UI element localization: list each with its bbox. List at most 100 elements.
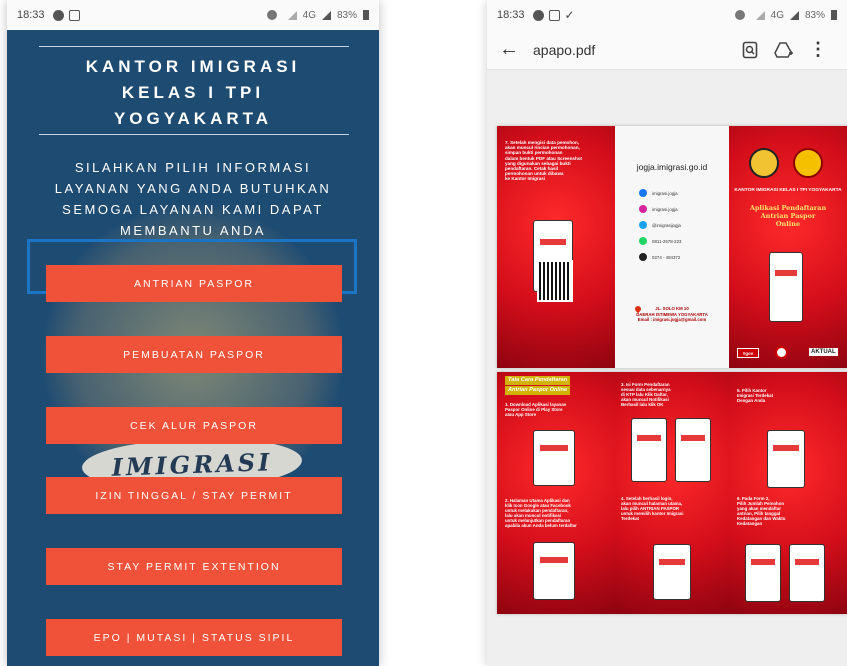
cover-title-line: Online: [775, 220, 801, 228]
search-document-icon[interactable]: [733, 41, 767, 59]
step-line: Dengan Anda: [737, 398, 766, 404]
address-line: Email : imigrasi.jogja@gmail.com: [637, 317, 707, 322]
cover-title-line: Antrian Paspor: [760, 212, 816, 220]
app-screenshot-phone: [769, 252, 803, 322]
signal-icon: [789, 10, 799, 20]
app-screenshot-phone: [789, 544, 825, 602]
social-text: 0811-2578-223: [652, 238, 682, 244]
social-facebook: imigrasi.jogja: [639, 188, 678, 198]
guide-heading-line: Antrian Paspor Online: [505, 386, 571, 395]
vibrate-icon: [734, 10, 745, 20]
app-screenshot-phone: [675, 418, 711, 482]
app-screenshot-phone: [631, 418, 667, 482]
guide-heading-line: Tata Cara Pendaftaran: [505, 376, 571, 385]
status-time: 18:33: [17, 9, 45, 21]
info-line: SILAHKAN PILIH INFORMASI: [74, 160, 312, 175]
social-instagram: imigrasi.jogja: [639, 204, 678, 214]
chat-notification-icon: [52, 9, 64, 21]
step2-text: 2. Halaman Utama Aplikasi dan klik Icon …: [505, 498, 613, 529]
social-phone: 0274 - 484372: [639, 252, 680, 262]
pdf-page-2: Tata Cara Pendaftaran Antrian Paspor Onl…: [497, 372, 847, 614]
signal-icon: [321, 10, 331, 20]
download-done-icon: ✓: [564, 8, 575, 22]
step4-text: 4. Setelah berhasil login, akan muncul h…: [621, 496, 725, 521]
divider-top: [39, 46, 349, 47]
status-time: 18:33: [497, 9, 525, 21]
brochure-step7-panel: 7. Setelah mengisi data pemohon, akan mu…: [497, 126, 615, 368]
step-line: Berhasil lalu klik OK: [621, 402, 664, 408]
website-text: jogja.imigrasi.go.id: [636, 162, 708, 172]
social-text: 0274 - 484372: [652, 254, 681, 260]
instagram-icon: [639, 205, 647, 213]
info-text: SILAHKAN PILIH INFORMASI LAYANAN YANG AN…: [7, 157, 379, 241]
social-text: imigrasi.jogja: [652, 206, 678, 212]
social-twitter: @imigrasijogja: [639, 220, 681, 230]
screenshot-canvas: 18:33 4G 83% IMIGRASI KANTOR IMIGRASI KE…: [0, 0, 847, 666]
cover-office-name: KANTOR IMIGRASI KELAS I TPI YOGYAKARTA: [734, 188, 842, 193]
cover-title: Aplikasi Pendaftaran Antrian Paspor Onli…: [729, 204, 847, 228]
office-title: KANTOR IMIGRASI KELAS I TPI YOGYAKARTA: [7, 54, 379, 132]
chat-notification-icon: [532, 9, 544, 21]
brochure-steps-3-4-panel: 3. Isi Form Pendaftaran sesuai data sebe…: [615, 372, 729, 614]
status-indicators: 4G 83%: [266, 9, 369, 21]
social-text: imigrasi.jogja: [652, 190, 678, 196]
gallery-notification-icon: [68, 9, 80, 21]
brochure-contact-panel: jogja.imigrasi.go.id imigrasi.jogja imig…: [615, 126, 729, 368]
stay-permit-extension-button[interactable]: STAY PERMIT EXTENTION: [46, 548, 342, 585]
partner-logo: [775, 346, 788, 359]
brochure-steps-5-6-panel: 5. Pilih Kantor Imigrasi Terdekat Dengan…: [729, 372, 847, 614]
epo-mutasi-status-sipil-button[interactable]: EPO | MUTASI | STATUS SIPIL: [46, 619, 342, 656]
cover-title-line: Aplikasi Pendaftaran: [749, 204, 827, 212]
office-title-line: KELAS I TPI: [121, 83, 265, 102]
status-indicators: 4G 83%: [734, 9, 837, 21]
office-title-line: YOGYAKARTA: [113, 109, 273, 128]
status-bar: 18:33 ✓ 4G 83%: [487, 0, 847, 30]
brochure-cover-panel: KANTOR IMIGRASI KELAS I TPI YOGYAKARTA A…: [729, 126, 847, 368]
app-screenshot-phone: [533, 542, 575, 600]
brochure-steps-1-2-panel: Tata Cara Pendaftaran Antrian Paspor Onl…: [497, 372, 615, 614]
battery-percent: 83%: [336, 9, 357, 21]
cek-alur-paspor-button[interactable]: CEK ALUR PASPOR: [46, 407, 342, 444]
step-line: atau App Store: [505, 412, 537, 418]
stay-permit-button[interactable]: IZIN TINGGAL / STAY PERMIT: [46, 477, 342, 514]
phone-icon: [639, 253, 647, 261]
office-title-line: KANTOR IMIGRASI: [85, 57, 301, 76]
pdf-page-1: 7. Setelah mengisi data pemohon, akan mu…: [497, 126, 847, 368]
drive-add-icon[interactable]: [767, 41, 801, 59]
twitter-icon: [639, 221, 647, 229]
imigrasi-logo: [793, 148, 823, 178]
left-phone-screen: 18:33 4G 83% IMIGRASI KANTOR IMIGRASI KE…: [7, 0, 379, 666]
qr-code-image: [537, 260, 573, 302]
network-type: 4G: [770, 9, 784, 21]
kemenkumham-logo: [749, 148, 779, 178]
status-bar: 18:33 4G 83%: [7, 0, 379, 30]
signal-empty-icon: [755, 10, 765, 20]
vibrate-icon: [266, 10, 277, 20]
step5-text: 5. Pilih Kantor Imigrasi Terdekat Dengan…: [737, 388, 841, 403]
step7-text: 7. Setelah mengisi data pemohon, akan mu…: [505, 140, 613, 182]
gallery-notification-icon: [548, 9, 560, 21]
address-block: JL. SOLO KM 10 DAERAH ISTIMEWA YOGYAKART…: [615, 306, 729, 323]
aktual-logo: AKTUAL: [809, 348, 838, 356]
pembuatan-paspor-button[interactable]: PEMBUATAN PASPOR: [46, 336, 342, 373]
more-vert-icon[interactable]: ⋮: [801, 39, 835, 60]
battery-icon: [831, 10, 837, 20]
step-line: Kedatangan: [737, 521, 763, 527]
step-line: apabila akun Anda belum terdaftar: [505, 523, 577, 529]
step7-line: ke Kantor Imigrasi: [505, 176, 546, 182]
social-whatsapp: 0811-2578-223: [639, 236, 681, 246]
step3-text: 3. Isi Form Pendaftaran sesuai data sebe…: [621, 382, 725, 407]
app-screenshot-phone: [745, 544, 781, 602]
info-line: SEMOGA LAYANAN KAMI DAPAT: [62, 202, 324, 217]
pdf-viewer[interactable]: 7. Setelah mengisi data pemohon, akan mu…: [487, 70, 847, 666]
info-line: MEMBANTU ANDA: [120, 223, 266, 238]
app-main: IMIGRASI KANTOR IMIGRASI KELAS I TPI YOG…: [7, 30, 379, 666]
pdf-file-name: apapo.pdf: [533, 41, 596, 58]
app-screenshot-phone: [767, 430, 805, 488]
antrian-paspor-button[interactable]: ANTRIAN PASPOR: [46, 265, 342, 302]
facebook-icon: [639, 189, 647, 197]
battery-icon: [363, 10, 369, 20]
whatsapp-icon: [639, 237, 647, 245]
battery-percent: 83%: [804, 9, 825, 21]
back-arrow-icon[interactable]: ←: [499, 38, 533, 61]
